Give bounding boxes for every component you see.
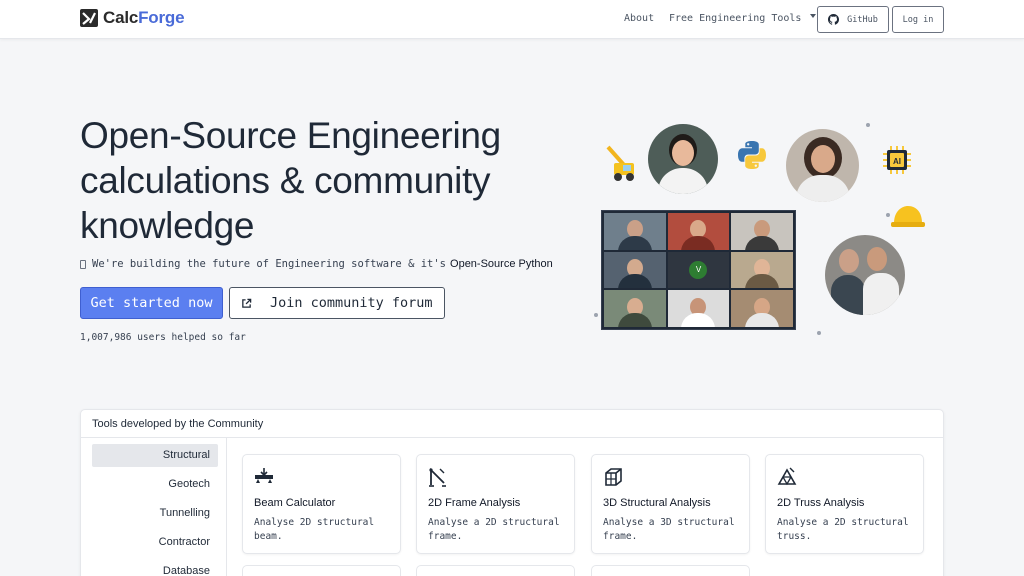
- community-illustration: AI V: [590, 115, 935, 345]
- hard-hat-icon: [891, 206, 925, 227]
- panel-title: Tools developed by the Community: [92, 418, 264, 430]
- card-title: 2D Frame Analysis: [428, 497, 521, 509]
- top-navbar: CalcForge About Free Engineering Tools G…: [0, 0, 1024, 39]
- category-sidebar: Structural Geotech Tunnelling Contractor…: [81, 438, 227, 576]
- category-tunnelling[interactable]: Tunnelling: [92, 502, 218, 525]
- community-member-photo: [648, 124, 718, 194]
- login-label: Log in: [902, 14, 934, 25]
- nav-about-link[interactable]: About: [624, 13, 654, 24]
- category-structural[interactable]: Structural: [92, 444, 218, 467]
- decorative-dot: [817, 331, 821, 335]
- video-tile: [667, 290, 730, 327]
- card-description: Analyse 2D structural beam.: [254, 517, 375, 542]
- video-tile: V: [667, 251, 730, 289]
- join-forum-label: Join community forum: [270, 295, 433, 311]
- cube-frame-icon: [605, 468, 622, 486]
- tool-card-3d-structural-analysis[interactable]: 3D Structural Analysis Analyse a 3D stru…: [591, 454, 750, 554]
- logo-icon: [80, 9, 98, 27]
- get-started-label: Get started now: [90, 295, 213, 311]
- video-call-grid: V: [601, 210, 796, 330]
- card-title: 3D Structural Analysis: [603, 497, 711, 509]
- hero-subtitle: We're building the future of Engineering…: [80, 258, 553, 270]
- truss-icon: [777, 467, 797, 486]
- category-label: Structural: [162, 449, 210, 461]
- video-tile: [731, 213, 793, 250]
- logo[interactable]: CalcForge: [80, 8, 185, 28]
- tool-card-beam-calculator[interactable]: Beam Calculator Analyse 2D structural be…: [242, 454, 401, 554]
- ai-chip-icon: AI: [883, 146, 911, 174]
- category-database[interactable]: Database: [92, 560, 218, 576]
- hero-subtitle-text: We're building the future of Engineering…: [92, 258, 447, 270]
- github-icon: [828, 14, 840, 25]
- video-tile: [604, 251, 666, 289]
- github-label: GitHub: [847, 14, 878, 25]
- python-logo-icon: [738, 141, 766, 169]
- frame-icon: [429, 467, 446, 487]
- category-label: Tunnelling: [159, 507, 210, 519]
- category-label: Contractor: [158, 536, 210, 548]
- code-icon: [80, 259, 86, 269]
- category-geotech[interactable]: Geotech: [92, 473, 218, 496]
- category-label: Database: [162, 565, 210, 576]
- svg-text:AI: AI: [893, 157, 901, 166]
- crane-truck-icon: [606, 145, 634, 181]
- nav-tools-label: Free Engineering Tools: [669, 13, 802, 24]
- nav-tools-dropdown[interactable]: Free Engineering Tools: [669, 13, 817, 24]
- decorative-dot: [866, 123, 870, 127]
- video-tile: [604, 290, 666, 327]
- tool-card-2d-frame-analysis[interactable]: 2D Frame Analysis Analyse a 2D structura…: [416, 454, 575, 554]
- category-contractor[interactable]: Contractor: [92, 531, 218, 554]
- category-label: Geotech: [168, 478, 210, 490]
- external-link-icon: [242, 298, 252, 308]
- panel-header: Tools developed by the Community: [81, 410, 943, 438]
- decorative-dot: [886, 213, 890, 217]
- participant-avatar: V: [689, 260, 708, 279]
- beam-icon: [255, 468, 273, 483]
- join-forum-button[interactable]: Join community forum: [229, 287, 445, 319]
- community-group-photo: [825, 235, 905, 315]
- users-helped-counter: 1,007,986 users helped so far: [80, 332, 246, 343]
- logo-text: CalcForge: [103, 8, 185, 27]
- hero-subtitle-highlight: Open-Source Python: [450, 258, 553, 270]
- card-title: Beam Calculator: [254, 497, 336, 509]
- card-title: 2D Truss Analysis: [777, 497, 865, 509]
- community-tools-panel: Tools developed by the Community Structu…: [80, 409, 944, 576]
- chevron-down-icon: [810, 14, 817, 18]
- hero-title: Open-Source Engineering calculations & c…: [80, 115, 501, 246]
- tool-card[interactable]: [591, 565, 750, 576]
- tool-card[interactable]: [242, 565, 401, 576]
- card-description: Analyse a 3D structural frame.: [603, 517, 735, 542]
- video-tile: [731, 251, 793, 289]
- card-description: Analyse a 2D structural truss.: [777, 517, 909, 542]
- decorative-dot: [594, 313, 598, 317]
- login-button[interactable]: Log in: [892, 6, 944, 33]
- community-member-photo: [786, 129, 859, 202]
- get-started-button[interactable]: Get started now: [80, 287, 223, 319]
- tool-card-2d-truss-analysis[interactable]: 2D Truss Analysis Analyse a 2D structura…: [765, 454, 924, 554]
- video-tile: [731, 290, 793, 327]
- github-button[interactable]: GitHub: [817, 6, 889, 33]
- card-description: Analyse a 2D structural frame.: [428, 517, 560, 542]
- video-tile: [667, 213, 730, 250]
- tool-card[interactable]: [416, 565, 575, 576]
- video-tile: [604, 213, 666, 250]
